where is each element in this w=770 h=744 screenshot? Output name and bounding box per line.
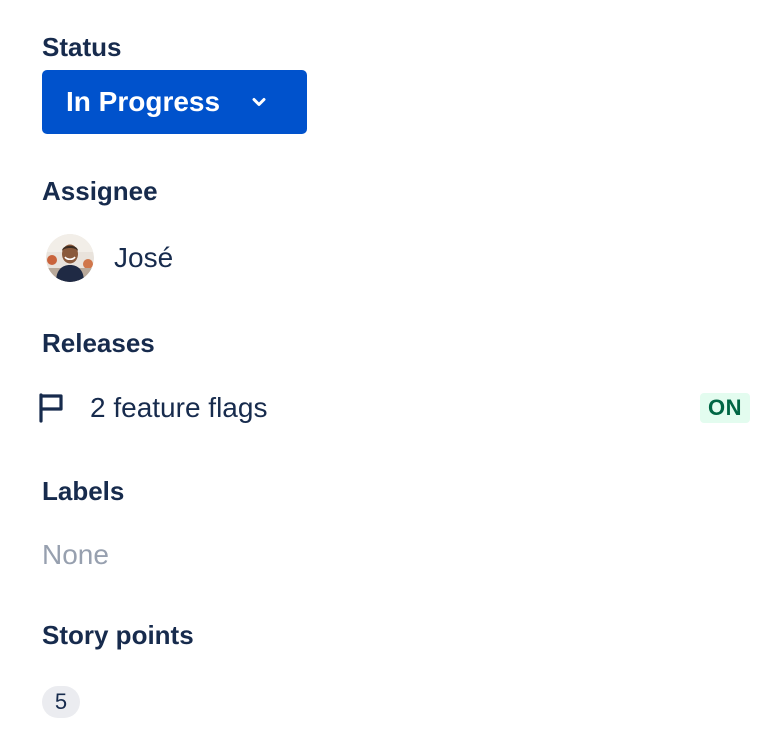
flag-status-badge: ON xyxy=(700,393,750,423)
avatar xyxy=(46,234,94,282)
assignee-field[interactable]: José xyxy=(46,234,173,282)
feature-flags-link[interactable]: 2 feature flags ON xyxy=(34,388,750,428)
status-dropdown-button[interactable]: In Progress xyxy=(42,70,307,134)
labels-field[interactable]: None xyxy=(42,538,109,572)
status-label: Status xyxy=(42,32,122,62)
story-points-label: Story points xyxy=(42,620,194,650)
releases-label: Releases xyxy=(42,328,155,358)
flag-icon xyxy=(34,391,68,425)
status-value: In Progress xyxy=(66,86,221,117)
feature-flags-count: 2 feature flags xyxy=(90,392,268,423)
assignee-label: Assignee xyxy=(42,176,158,206)
assignee-name: José xyxy=(114,242,174,273)
chevron-down-icon xyxy=(250,93,268,111)
story-points-badge[interactable]: 5 xyxy=(42,686,80,718)
labels-label: Labels xyxy=(42,476,125,506)
